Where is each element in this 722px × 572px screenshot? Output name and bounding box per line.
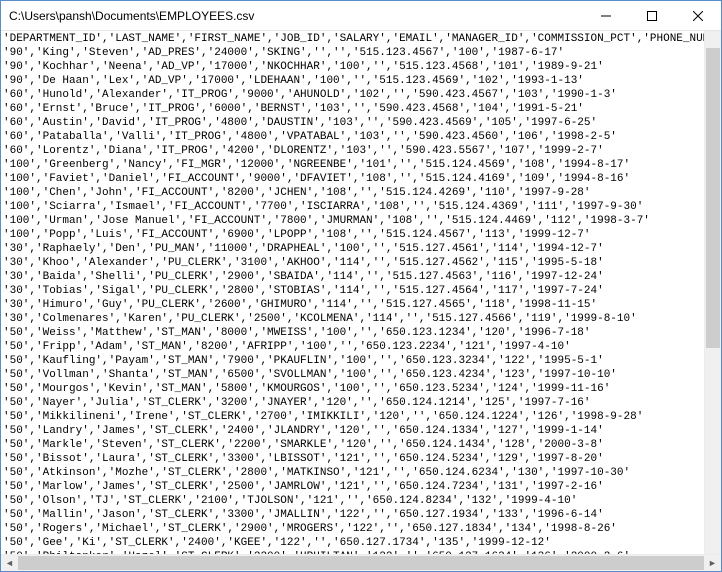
horizontal-scroll-track[interactable] [18,555,704,571]
maximize-icon [647,11,657,21]
window-title: C:\Users\pansh\Documents\EMPLOYEES.csv [1,9,583,23]
minimize-button[interactable] [583,1,629,30]
vertical-scrollbar[interactable] [704,31,721,554]
content-wrap: 'DEPARTMENT_ID','LAST_NAME','FIRST_NAME'… [1,31,721,571]
scroll-left-arrow[interactable]: ◄ [1,555,18,571]
horizontal-scrollbar[interactable]: ◄ ► [1,554,721,571]
vertical-scroll-thumb[interactable] [706,48,720,348]
minimize-icon [601,11,611,21]
file-text-area[interactable]: 'DEPARTMENT_ID','LAST_NAME','FIRST_NAME'… [1,31,704,554]
horizontal-scroll-thumb[interactable] [18,556,704,570]
content: 'DEPARTMENT_ID','LAST_NAME','FIRST_NAME'… [1,31,721,554]
window-controls [583,1,721,30]
titlebar: C:\Users\pansh\Documents\EMPLOYEES.csv [1,1,721,31]
maximize-button[interactable] [629,1,675,30]
close-button[interactable] [675,1,721,30]
close-icon [693,11,703,21]
scroll-right-arrow[interactable]: ► [704,555,721,571]
